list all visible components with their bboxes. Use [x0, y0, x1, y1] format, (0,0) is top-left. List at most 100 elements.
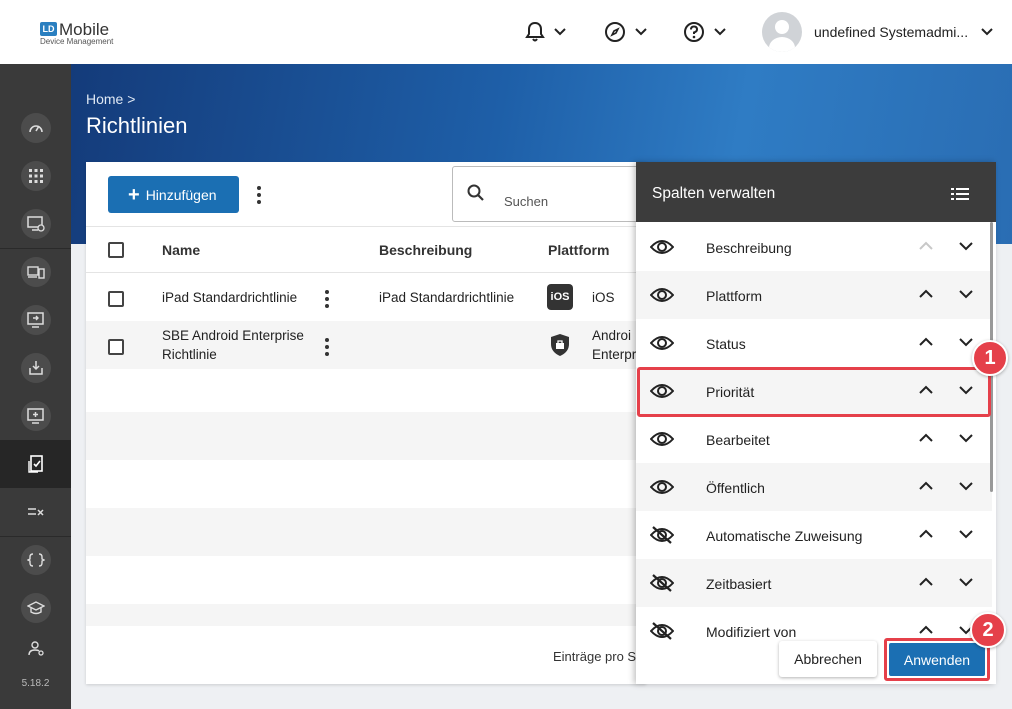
help-button[interactable] — [683, 20, 727, 44]
list-icon[interactable] — [951, 187, 969, 201]
sidebar-item-apps[interactable] — [0, 152, 71, 200]
sidebar-item-devices[interactable] — [0, 248, 71, 296]
row-platform: iOS — [592, 290, 615, 305]
sidebar-item-scripts[interactable] — [0, 536, 71, 584]
chevron-down-icon — [981, 28, 993, 36]
row-more-button[interactable] — [324, 338, 330, 356]
toolbar-more-button[interactable] — [256, 186, 262, 204]
empty-row — [86, 460, 646, 508]
move-down-icon[interactable] — [958, 527, 974, 545]
column-option-row[interactable]: Beschreibung — [636, 223, 992, 271]
code-braces-icon — [26, 553, 45, 567]
policy-icon — [27, 455, 43, 473]
chevron-down-icon — [554, 28, 566, 36]
column-option-label: Automatische Zuweisung — [706, 528, 863, 544]
row-description: iPad Standardrichtlinie — [379, 290, 515, 305]
breadcrumb[interactable]: Home > — [86, 91, 135, 107]
move-down-icon[interactable] — [958, 239, 974, 257]
eye-icon[interactable] — [649, 334, 675, 357]
column-option-row[interactable]: Bearbeitet — [636, 415, 992, 463]
sidebar-item-downloads[interactable] — [0, 344, 71, 392]
callout-badge-2: 2 — [970, 612, 1006, 648]
dashboard-icon — [28, 125, 43, 133]
sidebar-item-dashboard[interactable] — [0, 104, 71, 152]
device-settings-icon — [26, 216, 45, 232]
column-option-row[interactable]: Automatische Zuweisung — [636, 511, 992, 559]
help-icon — [684, 22, 704, 42]
add-button[interactable]: + Hinzufügen — [108, 176, 239, 213]
table-header: Name Beschreibung Plattform — [86, 226, 646, 273]
explore-button[interactable] — [604, 20, 648, 44]
column-header-name[interactable]: Name — [162, 242, 200, 258]
row-name-line1[interactable]: SBE Android Enterprise — [162, 328, 304, 343]
eye-icon[interactable] — [649, 430, 675, 453]
column-option-label: Bearbeitet — [706, 432, 770, 448]
move-down-icon[interactable] — [958, 335, 974, 353]
devices-icon — [26, 266, 45, 279]
select-all-checkbox[interactable] — [108, 242, 124, 258]
cancel-button[interactable]: Abbrechen — [779, 641, 877, 677]
row-checkbox[interactable] — [108, 339, 124, 355]
sidebar: 5.18.2 — [0, 64, 71, 709]
eye-off-icon[interactable] — [649, 526, 675, 549]
row-checkbox[interactable] — [108, 291, 124, 307]
move-up-icon[interactable] — [918, 335, 934, 353]
move-up-icon[interactable] — [918, 287, 934, 305]
search-placeholder: Suchen — [504, 194, 549, 209]
eye-icon[interactable] — [649, 478, 675, 501]
column-option-row[interactable]: Status — [636, 319, 992, 367]
sidebar-item-add-screen[interactable] — [0, 392, 71, 440]
move-up-icon[interactable] — [918, 479, 934, 497]
move-up-icon[interactable] — [918, 527, 934, 545]
chevron-down-icon — [714, 28, 726, 36]
apply-button-highlight: Anwenden — [884, 638, 990, 681]
manage-columns-panel: Spalten verwalten Beschreibung Plattform S… — [636, 162, 996, 684]
app-logo[interactable]: LD Mobile Device Management — [40, 20, 130, 48]
sidebar-item-device-settings[interactable] — [0, 200, 71, 248]
sidebar-item-user-settings[interactable] — [0, 632, 71, 666]
user-menu[interactable]: undefined Systemadmi... — [762, 12, 994, 52]
apply-button[interactable]: Anwenden — [889, 643, 985, 676]
table-row[interactable]: SBE Android Enterprise Richtlinie Androi… — [86, 321, 646, 369]
sidebar-item-compliance[interactable] — [0, 488, 71, 536]
table-row[interactable]: iPad Standardrichtlinie iPad Standardric… — [86, 273, 646, 321]
empty-row — [86, 508, 646, 556]
column-header-description[interactable]: Beschreibung — [379, 242, 472, 258]
move-down-icon[interactable] — [958, 431, 974, 449]
move-up-icon[interactable] — [918, 431, 934, 449]
row-more-button[interactable] — [324, 290, 330, 308]
column-option-row[interactable]: Plattform — [636, 271, 992, 319]
eye-off-icon[interactable] — [649, 622, 675, 645]
column-option-label: Öffentlich — [706, 480, 765, 496]
sidebar-item-policies[interactable] — [0, 440, 71, 488]
move-down-icon[interactable] — [958, 287, 974, 305]
search-field[interactable]: Suchen — [452, 166, 652, 222]
column-header-platform[interactable]: Plattform — [548, 242, 609, 258]
eye-icon[interactable] — [649, 238, 675, 261]
rows-per-page-label: Einträge pro S — [553, 649, 637, 664]
column-option-label: Zeitbasiert — [706, 576, 772, 592]
eye-off-icon[interactable] — [649, 574, 675, 597]
eye-icon[interactable] — [649, 286, 675, 309]
notifications-button[interactable] — [525, 20, 567, 44]
empty-row — [86, 412, 646, 460]
user-name: undefined Systemadmi... — [814, 24, 969, 40]
row-name[interactable]: iPad Standardrichtlinie — [162, 290, 297, 305]
move-up-icon[interactable] — [918, 575, 934, 593]
row-name-line2[interactable]: Richtlinie — [162, 347, 217, 362]
move-down-icon[interactable] — [958, 479, 974, 497]
column-option-row[interactable]: Öffentlich — [636, 463, 992, 511]
ios-icon: iOS — [547, 284, 573, 310]
sidebar-item-remote[interactable] — [0, 296, 71, 344]
apps-grid-icon — [28, 169, 43, 183]
empty-row — [86, 604, 646, 626]
add-screen-icon — [26, 408, 44, 424]
move-down-icon[interactable] — [958, 575, 974, 593]
compliance-icon — [27, 508, 44, 516]
remote-screen-icon — [26, 312, 44, 328]
bell-icon — [525, 21, 545, 42]
policies-table-card: + Hinzufügen Suchen Name Beschreibung Pl… — [86, 162, 652, 684]
column-option-row[interactable]: Zeitbasiert — [636, 559, 992, 607]
sidebar-item-education[interactable] — [0, 584, 71, 632]
panel-title: Spalten verwalten — [652, 185, 776, 202]
